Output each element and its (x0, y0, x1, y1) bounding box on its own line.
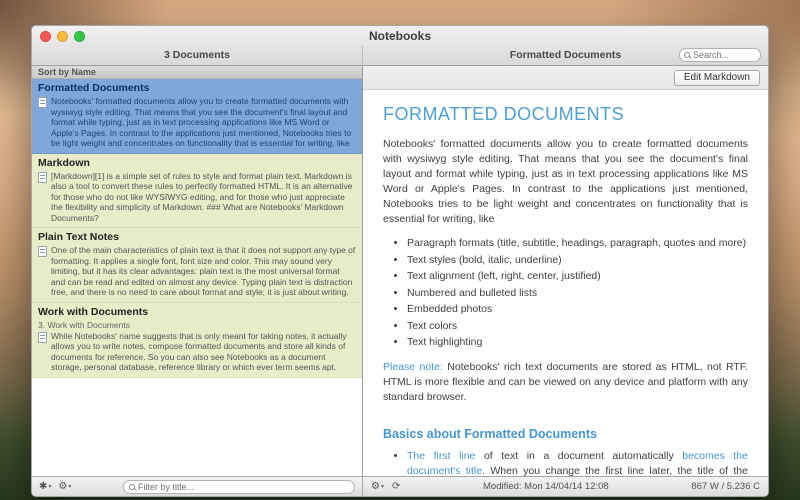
inline-link[interactable]: The first line (407, 450, 475, 462)
window-chrome: Notebooks 3 Documents Formatted Document… (32, 26, 768, 66)
bullet-item: Text alignment (left, right, center, jus… (407, 269, 748, 284)
window-title: Notebooks (32, 26, 768, 46)
filter-field[interactable] (123, 480, 355, 494)
bullet-item: Numbered and bulleted lists (407, 286, 748, 301)
status-bar-left: ✱ ▾ ⚙ ▾ (32, 477, 363, 496)
minimize-button[interactable] (57, 31, 68, 42)
status-bar: ✱ ▾ ⚙ ▾ ⚙ ▾ ⟳ M (32, 476, 768, 496)
list-settings-button[interactable]: ⚙ ▾ (58, 482, 71, 492)
document-item-title: Markdown (38, 157, 356, 169)
action-menu-icon: ✱ (39, 482, 47, 492)
desktop-wallpaper: Notebooks 3 Documents Formatted Document… (0, 0, 800, 500)
document-item-excerpt: Notebooks' formatted documents allow you… (51, 96, 356, 149)
status-bar-right: ⚙ ▾ ⟳ Modified: Mon 14/04/14 12:08 867 W… (363, 477, 768, 496)
list-item-plain-text-notes[interactable]: Plain Text Notes One of the main charact… (32, 228, 362, 303)
close-button[interactable] (40, 31, 51, 42)
zoom-button[interactable] (74, 31, 85, 42)
list-item-formatted-documents[interactable]: Formatted Documents Notebooks' formatted… (32, 79, 362, 154)
main-area: Sort by Name Formatted Documents Noteboo… (32, 66, 768, 476)
right-pane-title: Formatted Documents (510, 49, 621, 61)
bullet-item: Text highlighting (407, 335, 748, 350)
basics-list: The first line of text in a document aut… (383, 449, 748, 476)
document-icon (38, 246, 47, 257)
document-item-excerpt: One of the main characteristics of plain… (51, 245, 356, 298)
feature-list: Paragraph formats (title, subtitle, head… (383, 236, 748, 350)
traffic-lights (40, 31, 85, 42)
bullet-item: Text colors (407, 319, 748, 334)
list-item-work-with-documents[interactable]: Work with Documents 3. Work with Documen… (32, 303, 362, 378)
list-item-markdown[interactable]: Markdown [Markdown][1] is a simple set o… (32, 154, 362, 229)
section-heading: Basics about Formatted Documents (383, 427, 748, 441)
titlebar[interactable]: Notebooks (32, 26, 768, 46)
document-content: FORMATTED DOCUMENTS Notebooks' formatted… (363, 90, 768, 476)
document-item-title: Work with Documents (38, 306, 356, 318)
search-icon (129, 484, 135, 490)
sync-button[interactable]: ⟳ (392, 482, 400, 492)
search-icon (684, 52, 690, 58)
text-segment: of text in a document automatically (475, 450, 682, 462)
chevron-down-icon: ▾ (381, 484, 384, 490)
search-field[interactable] (679, 48, 761, 62)
word-character-count: 867 W / 5.236 C (691, 481, 760, 492)
document-list-pane: Sort by Name Formatted Documents Noteboo… (32, 66, 363, 476)
pane-headers: 3 Documents Formatted Documents (32, 46, 768, 65)
chevron-down-icon: ▾ (48, 484, 51, 490)
sync-icon: ⟳ (392, 482, 400, 492)
filter-input[interactable] (138, 482, 349, 492)
gear-icon: ⚙ (371, 482, 380, 492)
gear-icon: ⚙ (58, 482, 67, 492)
modified-timestamp: Modified: Mon 14/04/14 12:08 (408, 481, 683, 492)
search-input[interactable] (693, 50, 756, 60)
bullet-item: The first line of text in a document aut… (407, 449, 748, 476)
document-heading: FORMATTED DOCUMENTS (383, 104, 748, 125)
bullet-item: Paragraph formats (title, subtitle, head… (407, 236, 748, 251)
document-settings-button[interactable]: ⚙ ▾ (371, 482, 384, 492)
document-item-title: Formatted Documents (38, 82, 356, 94)
notebooks-window: Notebooks 3 Documents Formatted Document… (31, 25, 769, 497)
document-item-excerpt: While Notebooks' name suggests that is o… (51, 331, 356, 373)
document-item-title: Plain Text Notes (38, 231, 356, 243)
edit-markdown-button[interactable]: Edit Markdown (674, 70, 760, 86)
content-toolbar: Edit Markdown (363, 66, 768, 90)
bullet-item: Embedded photos (407, 302, 748, 317)
inline-link[interactable]: Please note: (383, 361, 443, 373)
sort-header[interactable]: Sort by Name (32, 66, 362, 79)
chevron-down-icon: ▾ (68, 484, 71, 490)
note-paragraph: Please note: Notebooks' rich text docume… (383, 360, 748, 405)
action-menu-button[interactable]: ✱ ▾ (39, 482, 51, 492)
left-pane-title: 3 Documents (32, 46, 363, 65)
document-icon (38, 97, 47, 108)
right-pane-header: Formatted Documents (363, 46, 768, 65)
document-item-subtitle: 3. Work with Documents (38, 320, 356, 330)
intro-paragraph: Notebooks' formatted documents allow you… (383, 137, 748, 227)
document-content-pane: Edit Markdown FORMATTED DOCUMENTS Notebo… (363, 66, 768, 476)
document-icon (38, 332, 47, 343)
document-icon (38, 172, 47, 183)
bullet-item: Text styles (bold, italic, underline) (407, 253, 748, 268)
document-item-excerpt: [Markdown][1] is a simple set of rules t… (51, 171, 356, 224)
